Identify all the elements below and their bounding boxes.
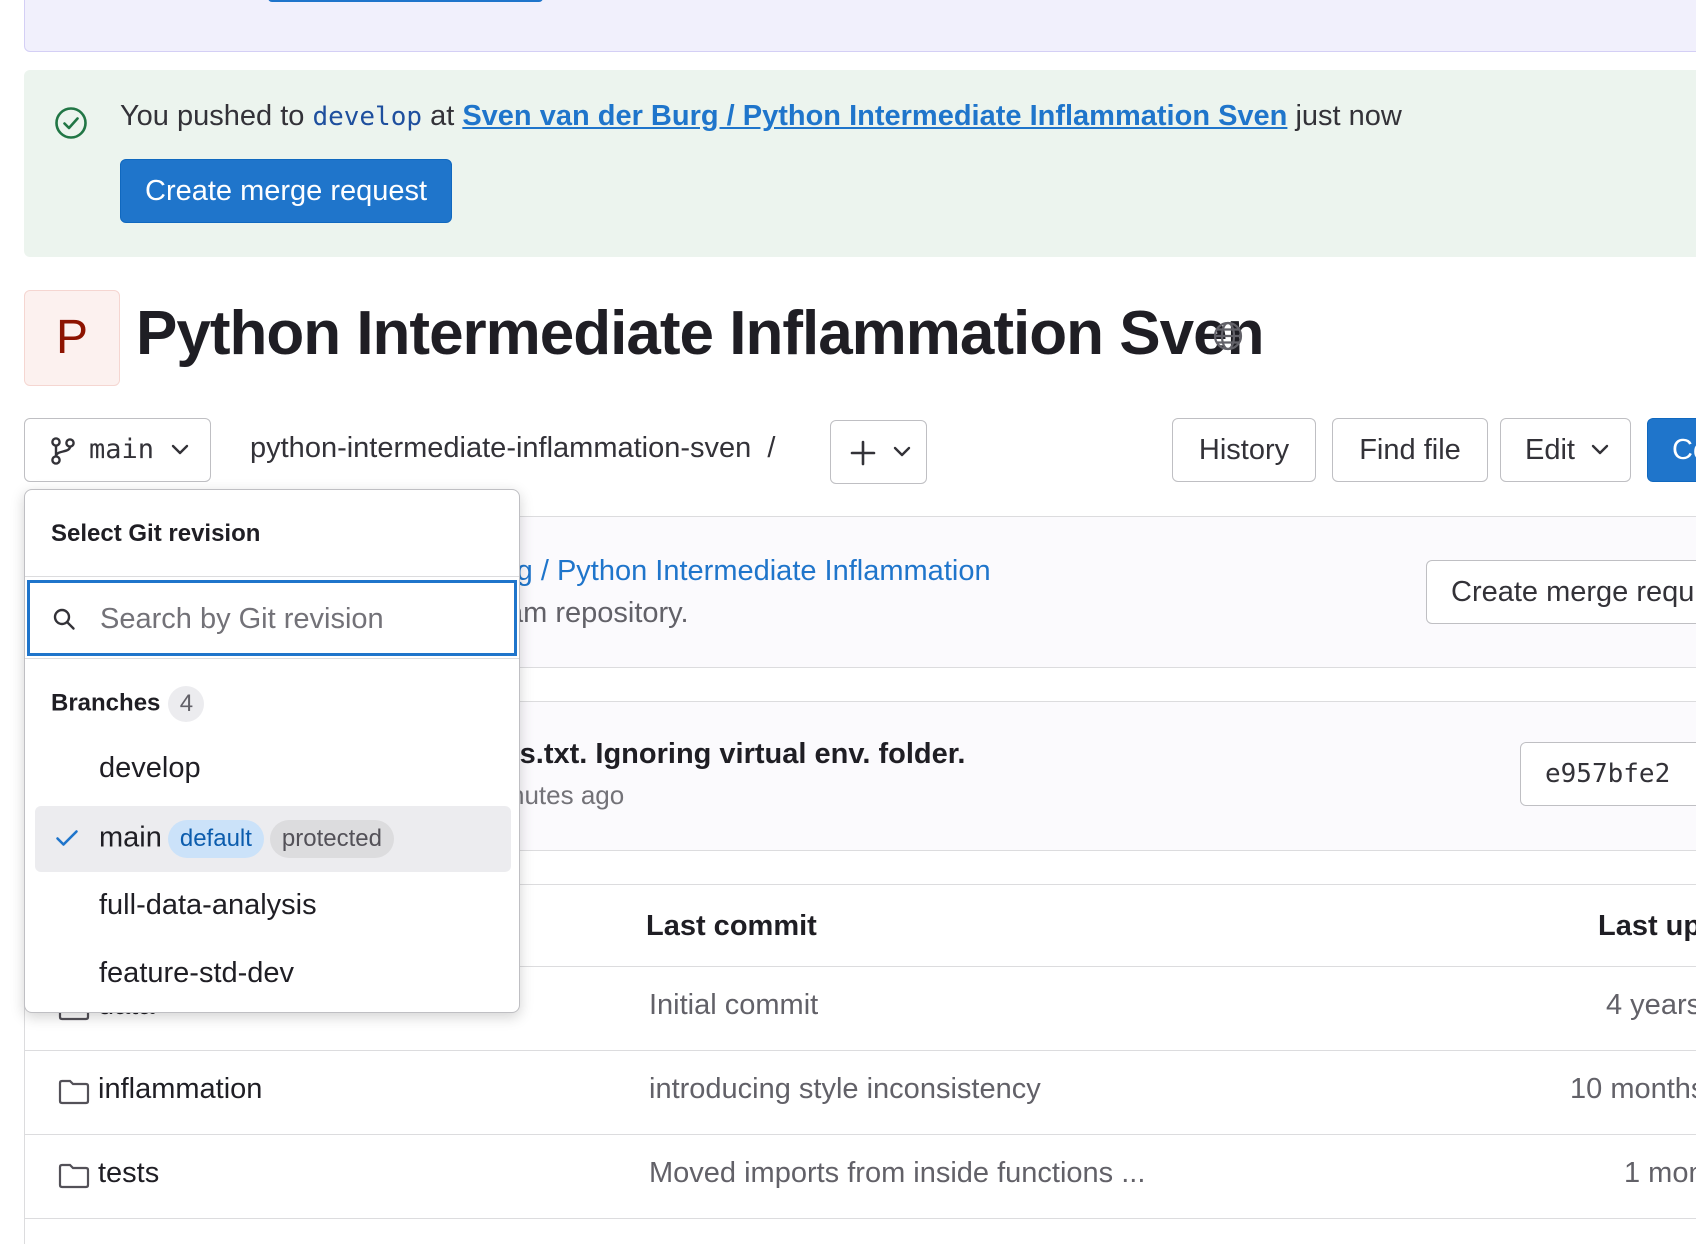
default-badge: default <box>167 820 264 858</box>
header-last-commit: Last commit <box>646 910 817 942</box>
branches-label: Branches <box>51 689 161 717</box>
file-name-label: inflammation <box>98 1073 263 1105</box>
dropdown-header: Select Git revision <box>51 520 261 547</box>
plus-icon <box>849 439 877 467</box>
page-title: Python Intermediate Inflammation Sven <box>136 299 1264 368</box>
edit-label: Edit <box>1525 434 1575 466</box>
alert-mid: at <box>422 100 463 132</box>
file-name-label: tests <box>98 1157 160 1189</box>
dropdown-divider <box>25 576 519 577</box>
chevron-down-icon <box>893 446 911 458</box>
chevron-down-icon <box>171 444 189 456</box>
branch-option-label: main default protected <box>99 820 394 858</box>
branch-option-develop[interactable]: develop <box>35 738 511 804</box>
protected-badge: protected <box>269 820 394 858</box>
file-name[interactable]: tests <box>58 1157 160 1190</box>
history-button[interactable]: History <box>1172 418 1316 482</box>
banner-button[interactable] <box>268 0 543 2</box>
revision-search-input[interactable] <box>98 593 502 645</box>
branch-option-feature-std-dev[interactable]: feature-std-dev <box>35 943 511 1009</box>
header-last-update: Last up <box>1598 910 1696 942</box>
table-divider <box>24 1218 1696 1219</box>
commit-sha-button[interactable]: e957bfe2 <box>1520 742 1696 806</box>
branches-group-label: Branches 4 <box>51 686 205 722</box>
top-banner <box>24 0 1696 52</box>
row-commit[interactable]: Moved imports from inside functions ... <box>649 1157 1145 1190</box>
folder-icon <box>58 1163 90 1189</box>
row-updated: 1 month <box>1624 1157 1696 1189</box>
breadcrumb-repo[interactable]: python-intermediate-inflammation-sven <box>250 432 751 464</box>
create-merge-request-button[interactable]: Create merge request <box>120 159 453 223</box>
folder-icon <box>58 1079 90 1105</box>
check-icon <box>55 828 79 848</box>
globe-icon <box>1212 320 1244 352</box>
branch-main-label: main <box>99 821 162 854</box>
branch-selector-label: main <box>89 434 155 465</box>
code-button[interactable]: Co <box>1647 418 1696 482</box>
branch-icon <box>49 436 77 466</box>
search-icon <box>52 607 76 631</box>
file-name[interactable]: inflammation <box>58 1073 263 1106</box>
alert-prefix: You pushed to <box>120 100 313 132</box>
chevron-down-icon <box>1591 444 1609 456</box>
revision-search-box[interactable] <box>27 580 517 656</box>
project-avatar[interactable]: P <box>24 290 120 386</box>
row-updated: 10 months <box>1570 1073 1696 1105</box>
check-circle-icon <box>54 106 88 140</box>
fork-upstream-link[interactable]: rg / Python Intermediate Inflammation <box>507 555 991 588</box>
breadcrumb: python-intermediate-inflammation-sven / <box>250 432 775 465</box>
table-row[interactable]: inflammation introducing style inconsist… <box>24 1050 1696 1135</box>
find-file-button[interactable]: Find file <box>1332 418 1488 482</box>
row-commit[interactable]: Initial commit <box>649 989 818 1022</box>
alert-project-link[interactable]: Sven van der Burg / Python Intermediate … <box>462 100 1287 132</box>
alert-message: You pushed to develop at Sven van der Bu… <box>120 100 1402 133</box>
dropdown-divider <box>25 658 519 659</box>
alert-suffix: just now <box>1287 100 1402 132</box>
fork-create-merge-request-button[interactable]: Create merge requ <box>1426 560 1696 624</box>
row-commit[interactable]: introducing style inconsistency <box>649 1073 1041 1106</box>
branches-count-badge: 4 <box>168 686 205 722</box>
table-row[interactable]: tests Moved imports from inside function… <box>24 1134 1696 1219</box>
branch-option-label: feature-std-dev <box>99 957 295 989</box>
branch-selector-button[interactable]: main <box>24 418 211 482</box>
push-alert: You pushed to develop at Sven van der Bu… <box>24 70 1696 257</box>
fork-info-text: am repository. <box>507 597 689 629</box>
row-updated: 4 years <box>1606 989 1696 1021</box>
branch-option-label: full-data-analysis <box>99 889 317 921</box>
branch-option-main[interactable]: main default protected <box>35 806 511 872</box>
git-revision-dropdown: Select Git revision Branches4 develop ma… <box>24 489 520 1013</box>
branch-option-full-data-analysis[interactable]: full-data-analysis <box>35 875 511 941</box>
branch-option-label: develop <box>99 752 201 784</box>
edit-dropdown-button[interactable]: Edit <box>1500 418 1631 482</box>
alert-branch: develop <box>312 102 423 132</box>
add-dropdown-button[interactable] <box>830 420 927 484</box>
breadcrumb-separator: / <box>767 432 776 464</box>
commit-time: nutes ago <box>510 780 625 810</box>
commit-message[interactable]: ts.txt. Ignoring virtual env. folder. <box>510 738 965 771</box>
